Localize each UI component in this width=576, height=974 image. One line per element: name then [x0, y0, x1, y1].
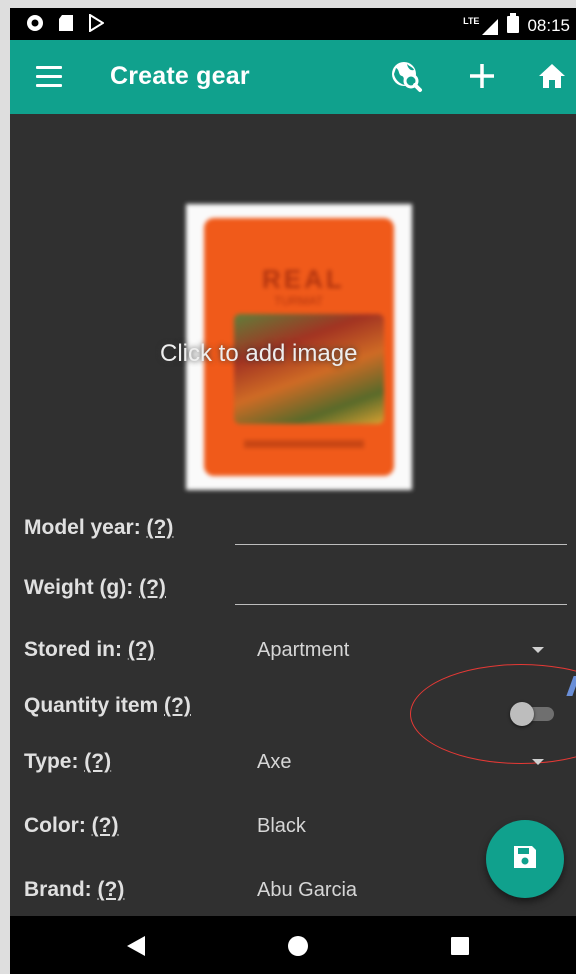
brand-select[interactable]: Abu Garcia	[257, 879, 357, 902]
add-image-label[interactable]: Click to add image	[160, 340, 357, 368]
stored-in-label: Stored in: (?)	[24, 638, 155, 661]
pouch-subtitle: TURMAT	[274, 294, 324, 308]
annotation-circle	[410, 664, 576, 764]
back-icon[interactable]	[124, 934, 148, 958]
clock: 08:15	[527, 15, 570, 35]
quantity-item-help-link[interactable]: (?)	[164, 694, 191, 717]
weight-label: Weight (g): (?)	[24, 576, 166, 599]
color-select[interactable]: Black	[257, 815, 306, 838]
home-icon[interactable]	[532, 56, 572, 96]
color-label: Color: (?)	[24, 814, 119, 837]
stored-in-dropdown-icon[interactable]	[532, 647, 544, 653]
sd-card-icon	[58, 14, 74, 37]
save-button[interactable]	[486, 820, 564, 898]
quantity-item-label: Quantity item (?)	[24, 694, 191, 717]
recents-icon[interactable]	[448, 934, 472, 958]
menu-icon[interactable]	[36, 66, 62, 88]
brand-help-link[interactable]: (?)	[98, 878, 125, 901]
type-select[interactable]: Axe	[257, 751, 291, 774]
weight-help-link[interactable]: (?)	[139, 576, 166, 599]
search-web-icon[interactable]	[386, 56, 426, 96]
type-dropdown-icon[interactable]	[532, 759, 544, 765]
phone-screen: LTE 08:15 Create gear REAL TURMAT Click …	[10, 8, 576, 974]
brand-label: Brand: (?)	[24, 878, 125, 901]
play-store-icon	[88, 13, 105, 37]
signal-icon: LTE	[463, 16, 499, 36]
app-bar: Create gear	[10, 40, 576, 114]
pouch-brand: REAL	[262, 264, 345, 294]
network-type: LTE	[463, 15, 480, 26]
navigation-bar	[10, 916, 576, 974]
color-help-link[interactable]: (?)	[92, 814, 119, 837]
home-circle-icon[interactable]	[286, 934, 310, 958]
type-help-link[interactable]: (?)	[84, 750, 111, 773]
model-year-help-link[interactable]: (?)	[147, 516, 174, 539]
battery-icon	[507, 13, 520, 38]
type-label: Type: (?)	[24, 750, 112, 773]
page-title: Create gear	[110, 62, 250, 90]
stored-in-help-link[interactable]: (?)	[128, 638, 155, 661]
record-icon	[26, 14, 44, 37]
weight-input[interactable]	[235, 604, 567, 605]
status-bar: LTE 08:15	[10, 8, 576, 40]
model-year-label: Model year: (?)	[24, 516, 174, 539]
save-icon	[512, 844, 538, 875]
stored-in-select[interactable]: Apartment	[257, 639, 349, 662]
model-year-input[interactable]	[235, 544, 567, 545]
add-icon[interactable]	[462, 56, 502, 96]
